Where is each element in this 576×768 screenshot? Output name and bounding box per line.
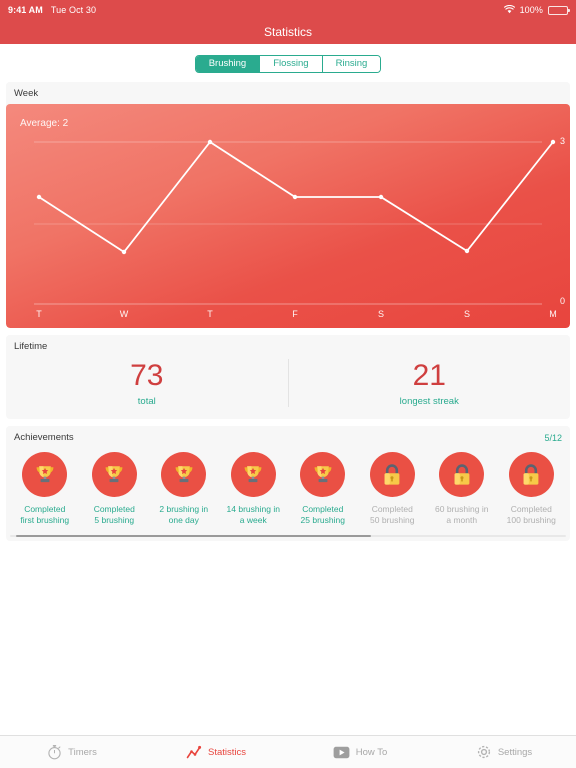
achievements-scrollbar[interactable] <box>10 534 566 537</box>
chart-svg <box>34 139 556 305</box>
tab-statistics[interactable]: Statistics <box>144 745 288 760</box>
x-tick-6: M <box>549 309 557 319</box>
bottom-tab-bar: Timers Statistics How To Settings <box>0 735 576 768</box>
battery-percent: 100% <box>519 5 543 15</box>
y-tick-max: 3 <box>559 136 565 146</box>
battery-full-icon <box>548 5 570 15</box>
stat-longest-streak: 21 longest streak <box>287 359 571 407</box>
achievement-label: Completed 100 brushing <box>506 504 556 526</box>
tab-statistics-label: Statistics <box>207 746 246 758</box>
lock-icon <box>369 452 415 497</box>
stat-total-value: 73 <box>130 359 164 392</box>
status-bar-left: 9:41 AM Tue Oct 30 <box>8 5 96 15</box>
achievement-label: 60 brushing in a month <box>435 504 489 526</box>
line-chart-icon <box>186 745 202 760</box>
video-play-icon <box>333 746 350 759</box>
achievement-label: Completed 25 brushing <box>300 504 345 526</box>
week-line-chart: Average: 2 3 0 T W T F S S M <box>6 104 570 328</box>
tab-brushing[interactable]: Brushing <box>195 56 261 72</box>
tab-flossing[interactable]: Flossing <box>260 56 323 72</box>
lifetime-card: Lifetime 73 total 21 longest streak <box>6 335 570 419</box>
lifetime-title-label: Lifetime <box>14 341 48 352</box>
week-card: Week Average: 2 3 0 T W T F S S M <box>6 82 570 328</box>
achievement-label: 14 brushing in a week <box>226 504 280 526</box>
trophy-icon <box>300 452 346 497</box>
stat-streak-label: longest streak <box>399 396 459 407</box>
gear-icon <box>476 744 492 760</box>
tab-timers[interactable]: Timers <box>0 744 144 760</box>
nav-bar: Statistics <box>0 20 576 44</box>
trophy-icon <box>161 452 207 497</box>
achievement-item[interactable]: Completed 5 brushing <box>80 452 150 527</box>
achievements-card: Achievements 5/12 Completed first brushin… <box>6 426 570 541</box>
tab-rinsing[interactable]: Rinsing <box>322 56 381 72</box>
wifi-icon <box>503 4 515 16</box>
tab-settings-label: Settings <box>497 746 533 758</box>
lock-icon <box>439 452 485 497</box>
lifetime-stats: 73 total 21 longest streak <box>6 357 570 419</box>
tab-timers-label: Timers <box>68 746 97 758</box>
achievement-item[interactable]: Completed 25 brushing <box>288 452 358 527</box>
tab-how-to-label: How To <box>355 746 388 758</box>
achievement-label: 2 brushing in one day <box>159 504 209 526</box>
y-tick-min: 0 <box>559 296 565 306</box>
x-tick-2: T <box>207 309 213 319</box>
page-title: Statistics <box>263 25 312 39</box>
achievement-item[interactable]: 2 brushing in one day <box>149 452 219 527</box>
achievements-title-label: Achievements <box>14 432 74 443</box>
trophy-icon <box>91 452 137 497</box>
week-title-label: Week <box>14 88 39 99</box>
achievement-item[interactable]: Completed first brushing <box>10 452 80 527</box>
stat-streak-value: 21 <box>412 359 446 392</box>
achievement-item[interactable]: Completed 100 brushing <box>497 452 567 527</box>
achievements-progress-badge: 5/12 <box>544 432 562 443</box>
status-time: 9:41 AM <box>8 5 43 15</box>
week-card-title: Week <box>6 82 570 104</box>
achievement-item[interactable]: Completed 50 brushing <box>358 452 428 527</box>
x-tick-1: W <box>119 309 129 319</box>
trophy-icon <box>22 452 68 497</box>
stopwatch-icon <box>47 744 62 760</box>
trophy-icon <box>230 452 276 497</box>
x-tick-4: S <box>377 309 385 319</box>
lifetime-card-title: Lifetime <box>6 335 570 357</box>
tab-how-to[interactable]: How To <box>288 746 432 759</box>
x-tick-5: S <box>463 309 471 319</box>
status-bar-right: 100% <box>503 4 570 16</box>
achievement-label: Completed 5 brushing <box>93 504 135 526</box>
achievement-item[interactable]: 14 brushing in a week <box>219 452 289 527</box>
x-tick-0: T <box>36 309 42 319</box>
stat-total-label: total <box>137 396 156 407</box>
achievements-card-title: Achievements 5/12 <box>6 426 570 448</box>
status-date: Tue Oct 30 <box>50 5 97 15</box>
lock-icon <box>508 452 554 497</box>
x-tick-3: F <box>292 309 298 319</box>
achievements-list[interactable]: Completed first brushing Completed 5 brushi… <box>6 448 570 535</box>
achievements-scrollbar-thumb[interactable] <box>15 534 372 537</box>
app-root: 9:41 AM Tue Oct 30 100% Statistics Brush… <box>0 0 576 768</box>
achievement-label: Completed 50 brushing <box>370 504 415 526</box>
segmented-control-wrap: Brushing Flossing Rinsing <box>0 52 576 76</box>
achievement-label: Completed first brushing <box>20 504 70 526</box>
tab-settings[interactable]: Settings <box>432 744 576 760</box>
content-scroll[interactable]: Week Average: 2 3 0 T W T F S S M Lifeti… <box>0 76 576 768</box>
stat-total: 73 total <box>6 359 288 407</box>
achievement-item[interactable]: 60 brushing in a month <box>427 452 497 527</box>
segmented-control[interactable]: Brushing Flossing Rinsing <box>194 55 382 73</box>
status-bar: 9:41 AM Tue Oct 30 100% <box>0 0 576 20</box>
